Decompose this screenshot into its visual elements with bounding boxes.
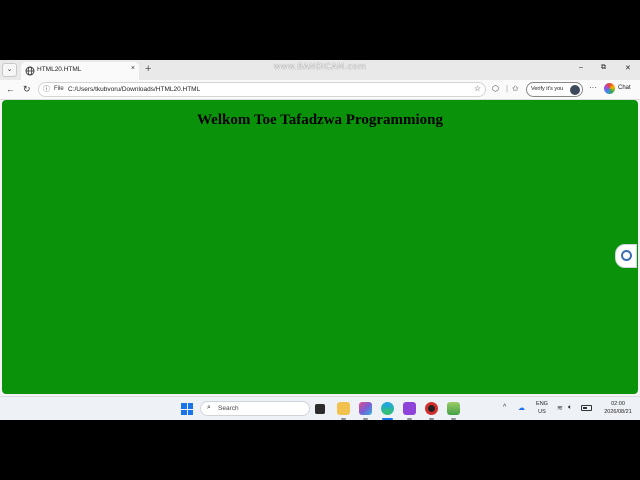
- url-scheme-label: File: [54, 86, 64, 92]
- back-button[interactable]: ←: [6, 84, 15, 95]
- avatar: [570, 85, 580, 95]
- back-arrow-icon: ←: [6, 84, 15, 94]
- address-bar: ← ↻ ⓘ File C:/Users/tkubvoru/Downloads/H…: [0, 80, 640, 100]
- search-placeholder: Search: [218, 405, 239, 412]
- verify-profile-button[interactable]: Verify it's you: [526, 82, 583, 97]
- more-menu-button[interactable]: ···: [589, 83, 597, 92]
- wifi-icon[interactable]: ≋: [557, 404, 563, 412]
- copilot-side-button[interactable]: [615, 244, 637, 268]
- battery-icon[interactable]: [581, 405, 592, 411]
- task-view-icon[interactable]: [315, 404, 325, 414]
- app-icon[interactable]: [447, 402, 460, 415]
- photos-icon[interactable]: [359, 402, 372, 415]
- region-indicator[interactable]: US: [534, 409, 550, 415]
- cloud-icon[interactable]: ☁: [518, 404, 525, 412]
- bandicam-watermark: www.BANDICAM.com: [273, 62, 367, 71]
- url-text[interactable]: C:/Users/tkubvoru/Downloads/HTML20.HTML: [68, 86, 200, 93]
- copilot-icon: [604, 83, 615, 94]
- verify-label: Verify it's you: [531, 86, 564, 92]
- search-icon: ⌕: [207, 404, 211, 411]
- copilot-icon: [621, 250, 632, 261]
- page-heading: Welkom Toe Tafadzwa Programmiong: [197, 112, 443, 128]
- chat-button[interactable]: Chat: [604, 83, 636, 96]
- toolbar-divider: |: [506, 84, 509, 93]
- tray-chevron-icon[interactable]: ^: [503, 404, 506, 411]
- info-icon[interactable]: ⓘ: [43, 84, 50, 94]
- start-button[interactable]: [181, 403, 193, 415]
- bandicam-icon[interactable]: [425, 402, 438, 415]
- taskbar: ⌕ Search ^ ☁ ENG US ≋ 🔈︎ 02:00 2026/08/2…: [0, 396, 640, 420]
- url-field[interactable]: ⓘ File C:/Users/tkubvoru/Downloads/HTML2…: [38, 82, 486, 97]
- refresh-button[interactable]: ↻: [23, 84, 31, 95]
- clock-date[interactable]: 2026/08/21: [598, 409, 638, 415]
- clock-time[interactable]: 02:00: [598, 401, 638, 407]
- refresh-icon: ↻: [23, 84, 31, 94]
- file-explorer-icon[interactable]: [337, 402, 350, 415]
- taskbar-search[interactable]: ⌕ Search: [200, 401, 310, 416]
- browser-window: ⌄ HTML20.HTML × + – ⧉ ✕ ← ↻ ⓘ File C:/Us…: [0, 60, 640, 419]
- visual-studio-icon[interactable]: [403, 402, 416, 415]
- star-icon[interactable]: ☆: [474, 84, 481, 93]
- puzzle-icon[interactable]: ⬡: [492, 84, 499, 94]
- edge-icon[interactable]: [381, 402, 394, 415]
- page-viewport: Welkom Toe Tafadzwa Programmiong: [2, 100, 638, 394]
- language-indicator[interactable]: ENG: [534, 401, 550, 407]
- favorites-icon[interactable]: ✩: [512, 84, 519, 94]
- chat-label: Chat: [618, 85, 631, 91]
- volume-icon[interactable]: 🔈︎: [568, 404, 572, 412]
